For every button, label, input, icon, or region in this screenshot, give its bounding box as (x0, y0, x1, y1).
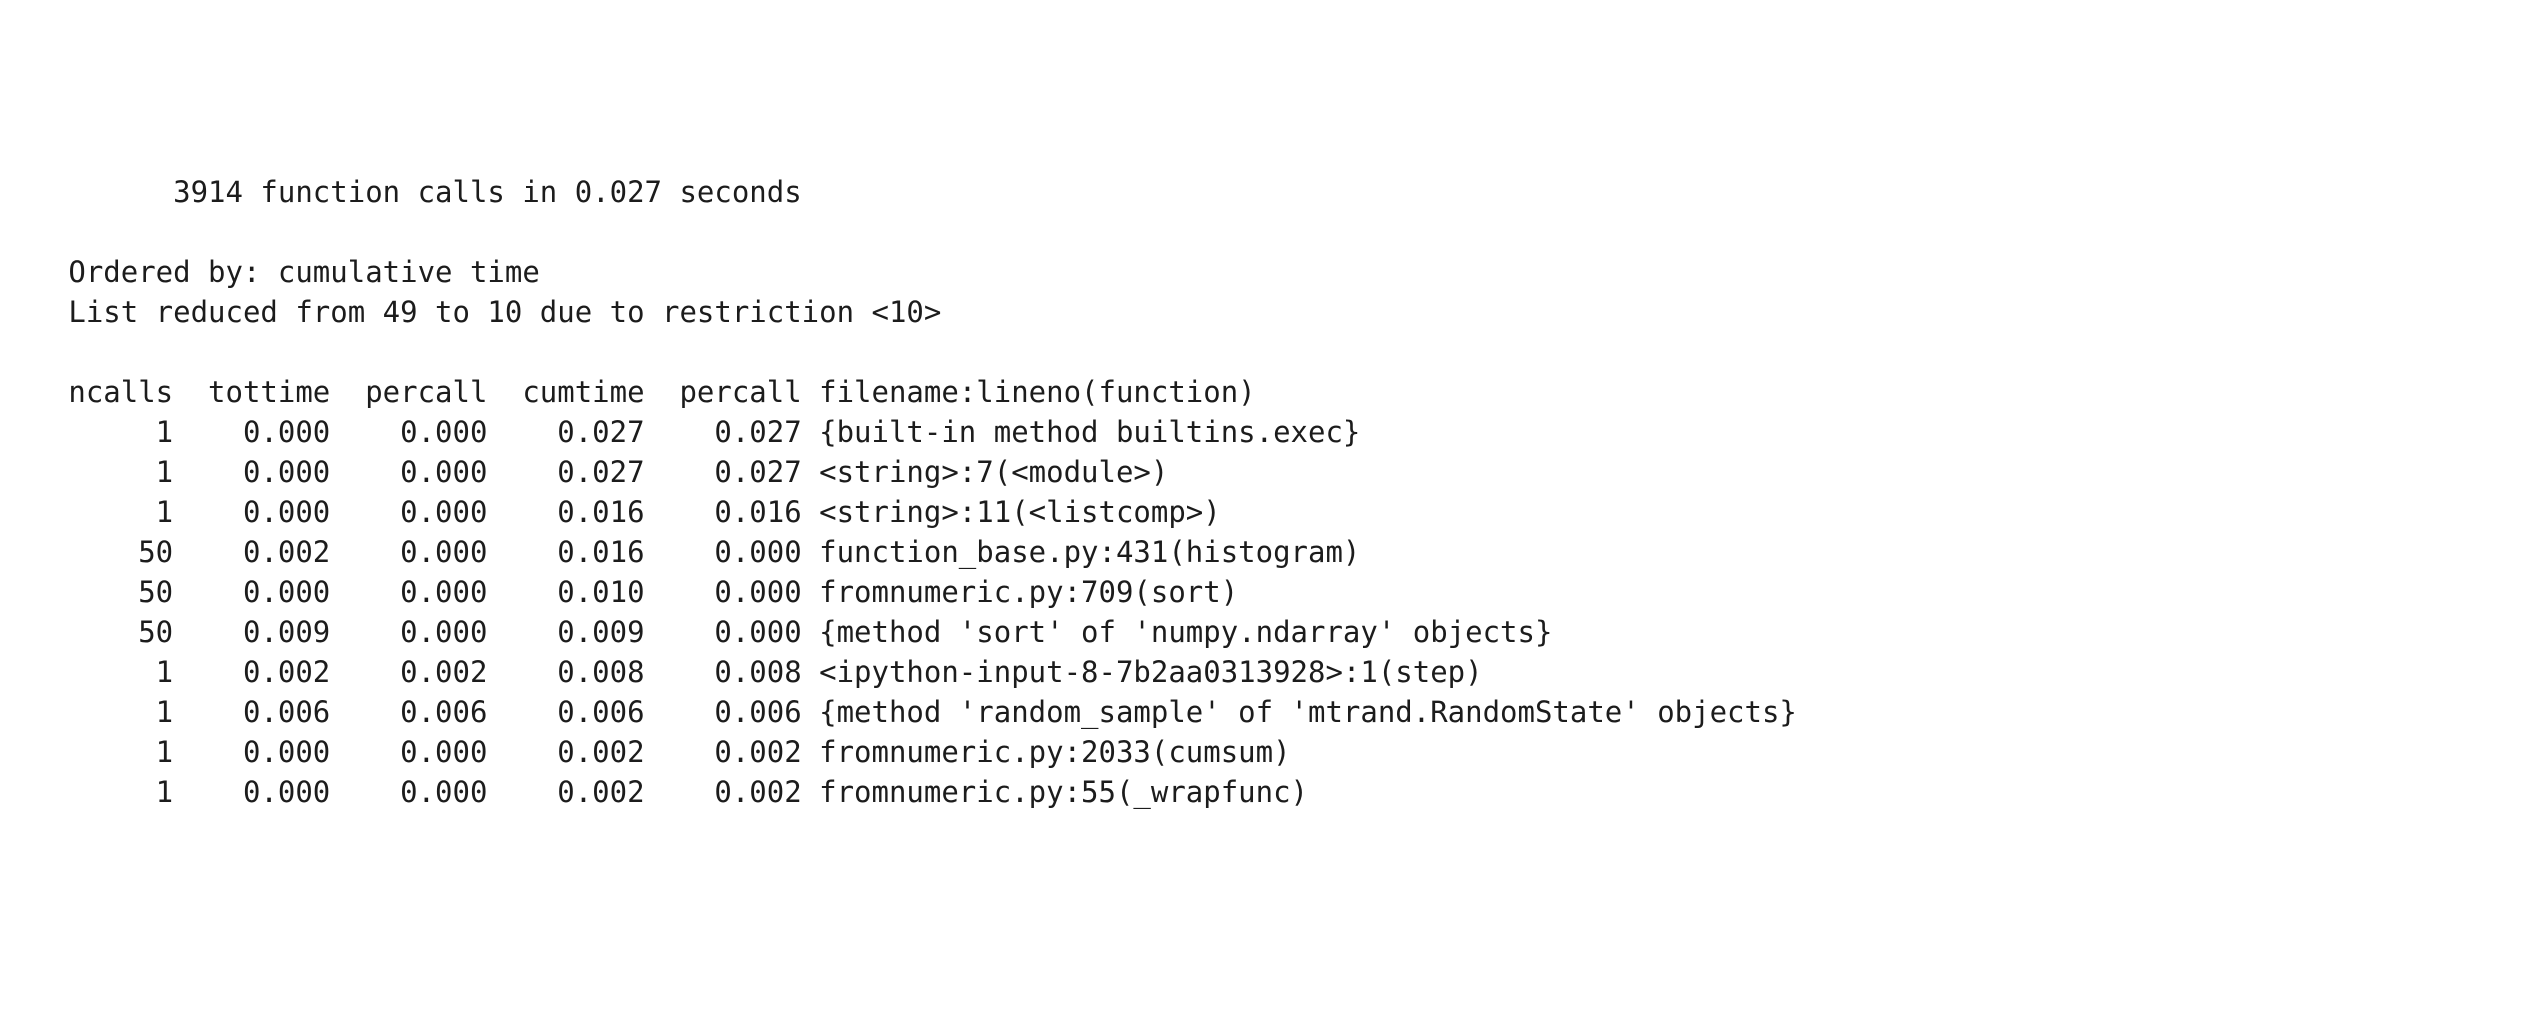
summary-line: 3914 function calls in 0.027 seconds (16, 175, 802, 209)
table-rows: 1 0.000 0.000 0.027 0.027 {built-in meth… (16, 415, 1797, 809)
table-header: ncalls tottime percall cumtime percall f… (16, 375, 1256, 409)
list-reduced-line: List reduced from 49 to 10 due to restri… (16, 295, 941, 329)
ordered-by-line: Ordered by: cumulative time (16, 255, 540, 289)
profiler-output: 3914 function calls in 0.027 seconds Ord… (0, 160, 2546, 824)
